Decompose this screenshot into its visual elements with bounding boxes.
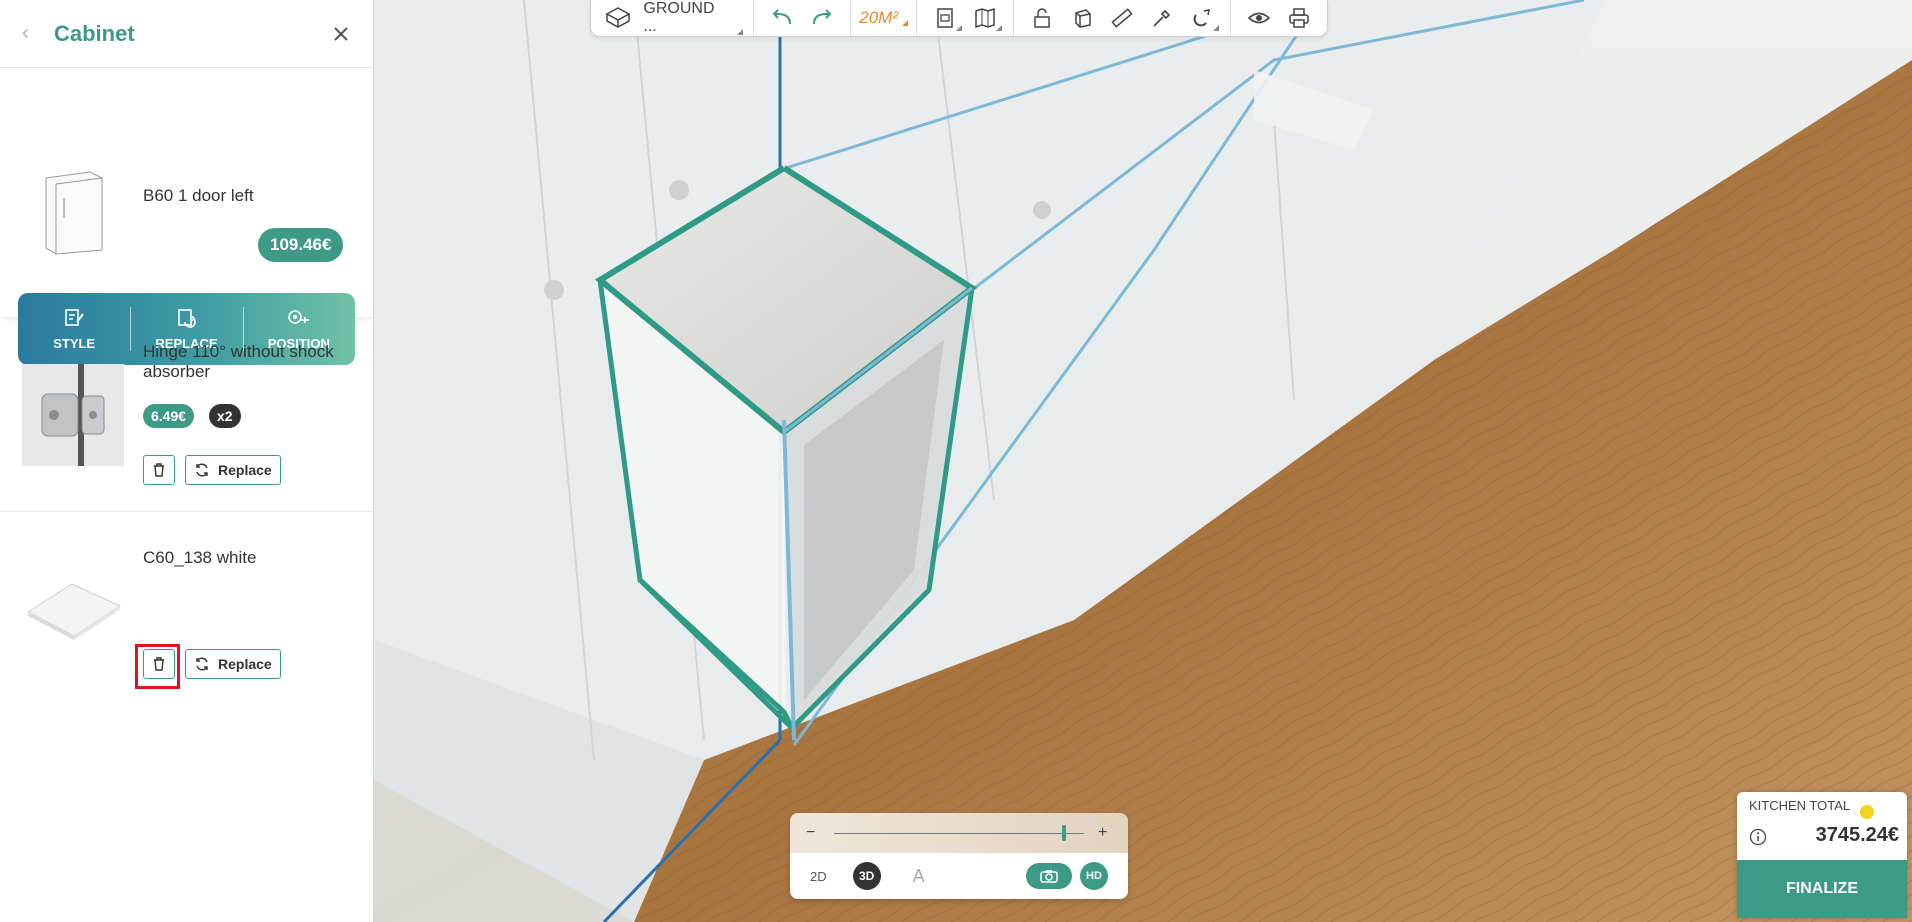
view-group <box>1230 0 1327 36</box>
brand-logo <box>1860 805 1874 819</box>
replace-text: Replace <box>218 462 272 478</box>
close-icon[interactable] <box>331 24 351 44</box>
total-value: 3745.24€ <box>1815 824 1899 846</box>
view-3d-button[interactable]: 3D <box>852 862 881 890</box>
redo-icon[interactable] <box>808 4 836 32</box>
main-item-price: 109.46€ <box>258 228 344 262</box>
zoom-out-button[interactable]: − <box>806 824 820 842</box>
zoom-panel: − + 2D 3D A HD <box>790 813 1128 899</box>
refresh-icon <box>196 463 208 477</box>
zoom-bar: − + <box>790 813 1128 853</box>
item-quantity: x2 <box>209 404 241 428</box>
hinge-thumbnail <box>22 364 124 466</box>
3d-viewport[interactable] <box>374 0 1912 922</box>
main-item-name: B60 1 door left <box>143 186 254 205</box>
trash-icon <box>154 463 164 477</box>
cabinet-panel: ‹ Cabinet B60 1 door left 109.46€ STYLE <box>0 0 374 922</box>
cabinet-thumbnail <box>45 171 103 255</box>
ghost-knob <box>544 280 564 300</box>
replace-item-button[interactable]: Replace <box>185 649 281 679</box>
floor-group: GROUND ... <box>591 0 753 36</box>
floor-selector[interactable]: GROUND ... <box>643 0 745 36</box>
camera-icon <box>1040 870 1058 883</box>
replace-item-button[interactable]: Replace <box>185 455 281 485</box>
area-indicator[interactable]: 20M² <box>859 8 908 28</box>
ruler-icon[interactable] <box>1108 4 1136 32</box>
view-2d-button[interactable]: 2D <box>810 869 827 884</box>
kitchen-scene[interactable] <box>374 0 1912 922</box>
delete-button[interactable] <box>143 455 175 485</box>
panel-header: ‹ Cabinet <box>0 0 373 68</box>
zoom-slider-handle[interactable] <box>1062 824 1066 841</box>
floor-label: GROUND ... <box>643 0 715 35</box>
panel-thumbnail <box>27 583 122 640</box>
kitchen-total-panel: KITCHEN TOTAL 3745.24€ FINALIZE <box>1737 792 1907 918</box>
refresh-icon <box>196 657 208 671</box>
cube-icon[interactable] <box>1068 4 1096 32</box>
undo-icon[interactable] <box>768 4 796 32</box>
panel-title: Cabinet <box>54 20 135 46</box>
eye-icon[interactable] <box>1245 4 1273 32</box>
view-a-button[interactable]: A <box>913 866 925 887</box>
pipette-icon[interactable] <box>1148 4 1176 32</box>
main-item-card: B60 1 door left 109.46€ STYLE REPLACE PO… <box>0 68 373 365</box>
item-name: Hinge 110° without shock absorber <box>143 342 334 381</box>
unlock-icon[interactable] <box>1028 4 1056 32</box>
list-item: C60_138 white Replace <box>0 512 374 692</box>
ghost-knob <box>1033 201 1051 219</box>
view-mode-bar: 2D 3D A HD <box>790 853 1128 899</box>
replace-text: Replace <box>218 656 272 672</box>
zoom-slider[interactable] <box>834 824 1084 841</box>
finalize-button[interactable]: FINALIZE <box>1737 860 1907 918</box>
highlight-box <box>135 644 180 689</box>
print-icon[interactable] <box>1285 4 1313 32</box>
floorplan-icon[interactable] <box>605 4 631 32</box>
list-item: Hinge 110° without shock absorber 6.49€ … <box>0 318 374 512</box>
tools-group <box>1013 0 1230 36</box>
total-label: KITCHEN TOTAL <box>1749 798 1851 813</box>
map-icon[interactable] <box>971 4 1002 32</box>
document-icon[interactable] <box>931 4 962 32</box>
area-value: 20M² <box>859 8 898 27</box>
top-toolbar: GROUND ... 20M² <box>590 0 1328 37</box>
magnet-icon[interactable] <box>1188 4 1219 32</box>
hd-button[interactable]: HD <box>1080 862 1108 890</box>
history-group <box>753 0 850 36</box>
info-icon[interactable] <box>1749 828 1767 846</box>
area-group: 20M² <box>850 0 916 36</box>
doc-group <box>916 0 1013 36</box>
item-price: 6.49€ <box>143 404 195 428</box>
chevron-left-icon[interactable]: ‹ <box>22 22 42 45</box>
ghost-knob <box>669 180 689 200</box>
camera-button[interactable] <box>1026 863 1072 889</box>
item-name: C60_138 white <box>143 548 257 567</box>
zoom-in-button[interactable]: + <box>1098 824 1112 842</box>
